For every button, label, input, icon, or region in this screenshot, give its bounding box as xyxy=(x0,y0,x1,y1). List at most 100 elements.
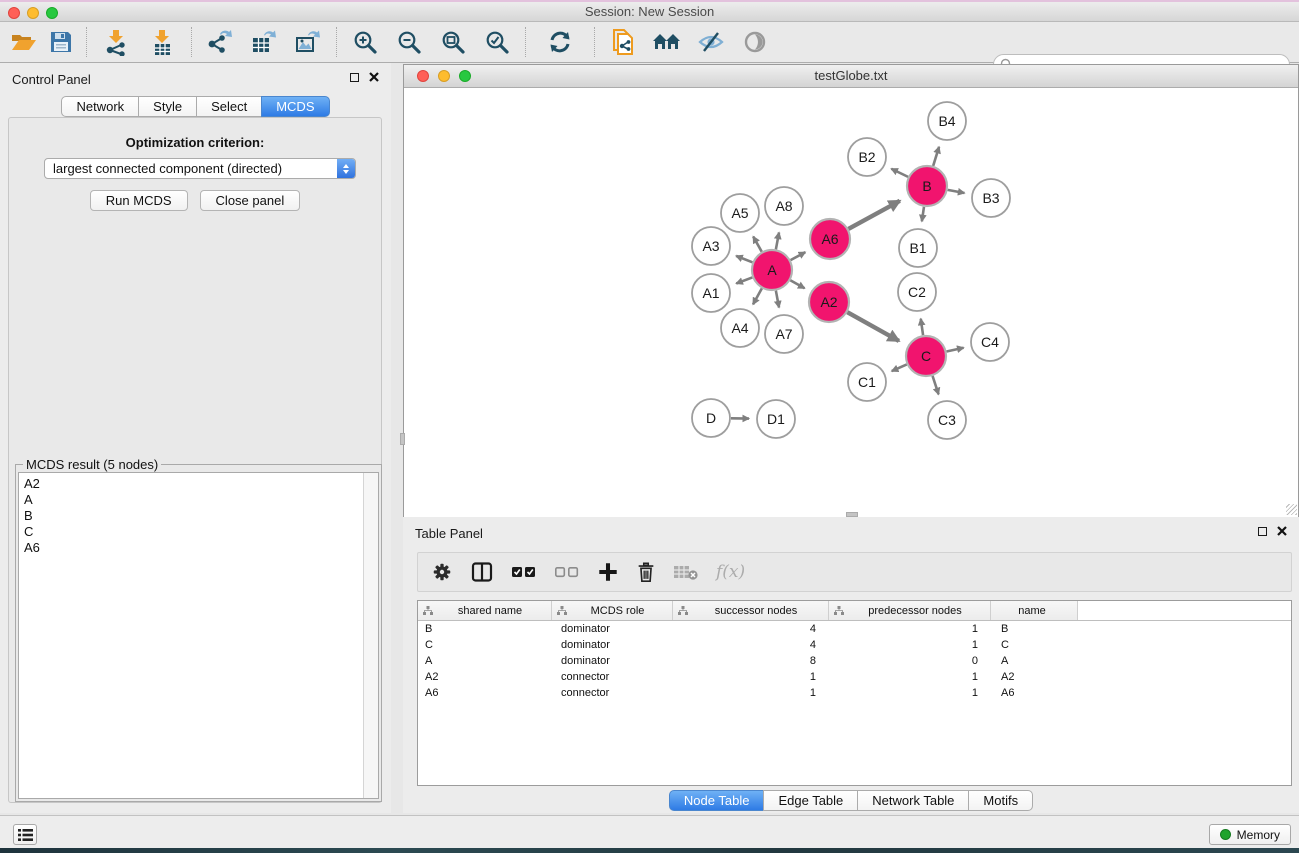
edge-B-B4[interactable] xyxy=(933,147,939,166)
close-panel-icon[interactable] xyxy=(369,72,379,82)
close-table-panel-icon[interactable] xyxy=(1277,526,1287,536)
zoom-out-button[interactable] xyxy=(387,25,431,59)
close-panel-button[interactable]: Close panel xyxy=(200,190,301,211)
window-resize-grip[interactable] xyxy=(1286,504,1297,515)
node-A2[interactable]: A2 xyxy=(809,282,849,322)
minimize-network-button[interactable] xyxy=(438,70,450,82)
list-scrollbar[interactable] xyxy=(363,473,378,798)
tab-select[interactable]: Select xyxy=(196,96,262,117)
save-session-button[interactable] xyxy=(42,25,80,59)
mcds-result-item[interactable]: B xyxy=(24,508,363,524)
node-B[interactable]: B xyxy=(907,166,947,206)
mcds-result-item[interactable]: A xyxy=(24,492,363,508)
table-row[interactable]: Adominator80A xyxy=(418,653,1291,669)
node-C[interactable]: C xyxy=(906,336,946,376)
minimize-window-button[interactable] xyxy=(27,7,39,19)
zoom-selected-button[interactable] xyxy=(475,25,519,59)
close-network-button[interactable] xyxy=(417,70,429,82)
zoom-window-button[interactable] xyxy=(46,7,58,19)
delete-row-trash-icon[interactable] xyxy=(636,561,656,583)
tab-network-table[interactable]: Network Table xyxy=(857,790,969,811)
edge-A-A5[interactable] xyxy=(753,237,762,252)
node-A6[interactable]: A6 xyxy=(810,219,850,259)
edge-A-A7[interactable] xyxy=(776,291,779,308)
node-B2[interactable]: B2 xyxy=(848,138,886,176)
export-image-button[interactable] xyxy=(286,25,330,59)
memory-button[interactable]: Memory xyxy=(1209,824,1291,845)
hide-graphics-details-button[interactable] xyxy=(689,25,733,59)
mcds-result-item[interactable]: A6 xyxy=(24,540,363,556)
delete-table-icon[interactable] xyxy=(673,563,699,581)
node-A4[interactable]: A4 xyxy=(721,309,759,347)
run-mcds-button[interactable]: Run MCDS xyxy=(90,190,188,211)
tab-style[interactable]: Style xyxy=(138,96,197,117)
refresh-layout-button[interactable] xyxy=(532,25,588,59)
column-header-predecessor-nodes[interactable]: predecessor nodes xyxy=(829,601,991,620)
edge-C-C2[interactable] xyxy=(921,319,923,335)
close-window-button[interactable] xyxy=(8,7,20,19)
node-A[interactable]: A xyxy=(752,250,792,290)
float-panel-icon[interactable] xyxy=(350,73,359,82)
zoom-in-button[interactable] xyxy=(343,25,387,59)
export-network-button[interactable] xyxy=(198,25,242,59)
criterion-dropdown[interactable]: largest connected component (directed) xyxy=(44,158,356,179)
edge-A-A1[interactable] xyxy=(736,277,752,283)
node-C2[interactable]: C2 xyxy=(898,273,936,311)
select-all-icon[interactable] xyxy=(511,564,537,580)
add-row-icon[interactable] xyxy=(597,561,619,583)
edge-A-A4[interactable] xyxy=(753,288,762,304)
edge-C-C4[interactable] xyxy=(947,348,964,352)
open-file-button[interactable] xyxy=(4,25,42,59)
show-eye-button[interactable] xyxy=(733,25,777,59)
vertical-splitter-handle[interactable] xyxy=(400,433,405,445)
node-A5[interactable]: A5 xyxy=(721,194,759,232)
edge-C-C3[interactable] xyxy=(933,376,939,394)
table-row[interactable]: Cdominator41C xyxy=(418,637,1291,653)
mcds-result-item[interactable]: A2 xyxy=(24,476,363,492)
deselect-all-icon[interactable] xyxy=(554,564,580,580)
float-table-panel-icon[interactable] xyxy=(1258,527,1267,536)
node-D1[interactable]: D1 xyxy=(757,400,795,438)
import-network-button[interactable] xyxy=(93,25,139,59)
column-visibility-icon[interactable] xyxy=(470,560,494,584)
edge-A-A2[interactable] xyxy=(790,280,804,288)
node-C4[interactable]: C4 xyxy=(971,323,1009,361)
table-row[interactable]: A2connector11A2 xyxy=(418,669,1291,685)
node-A3[interactable]: A3 xyxy=(692,227,730,265)
edge-A2-C[interactable] xyxy=(847,312,899,341)
function-builder-icon[interactable]: f(x) xyxy=(716,562,745,582)
column-header-MCDS-role[interactable]: MCDS role xyxy=(552,601,673,620)
node-A7[interactable]: A7 xyxy=(765,315,803,353)
edge-C-C1[interactable] xyxy=(892,364,907,371)
node-D[interactable]: D xyxy=(692,399,730,437)
node-table[interactable]: shared nameMCDS rolesuccessor nodesprede… xyxy=(417,600,1292,786)
tab-network[interactable]: Network xyxy=(61,96,139,117)
maximize-network-button[interactable] xyxy=(459,70,471,82)
edge-B-B3[interactable] xyxy=(948,190,965,193)
edge-A6-B[interactable] xyxy=(848,201,899,229)
tab-motifs[interactable]: Motifs xyxy=(968,790,1033,811)
clone-network-button[interactable] xyxy=(601,25,645,59)
column-header-shared-name[interactable]: shared name xyxy=(418,601,552,620)
node-A1[interactable]: A1 xyxy=(692,274,730,312)
import-table-button[interactable] xyxy=(139,25,185,59)
tab-node-table[interactable]: Node Table xyxy=(669,790,765,811)
node-A8[interactable]: A8 xyxy=(765,187,803,225)
edge-A-A3[interactable] xyxy=(736,256,752,262)
table-settings-gear-icon[interactable] xyxy=(431,561,453,583)
node-B1[interactable]: B1 xyxy=(899,229,937,267)
edge-A-A8[interactable] xyxy=(776,233,779,250)
node-C1[interactable]: C1 xyxy=(848,363,886,401)
first-neighbors-button[interactable] xyxy=(645,25,689,59)
network-canvas[interactable]: AA1A2A3A4A5A6A7A8BB1B2B3B4CC1C2C3C4DD1 xyxy=(404,88,1298,517)
tab-mcds[interactable]: MCDS xyxy=(261,96,329,117)
column-header-successor-nodes[interactable]: successor nodes xyxy=(673,601,829,620)
export-table-button[interactable] xyxy=(242,25,286,59)
node-B3[interactable]: B3 xyxy=(972,179,1010,217)
table-row[interactable]: Bdominator41B xyxy=(418,621,1291,637)
mcds-result-item[interactable]: C xyxy=(24,524,363,540)
zoom-fit-button[interactable] xyxy=(431,25,475,59)
edge-B-B2[interactable] xyxy=(891,169,908,177)
tab-edge-table[interactable]: Edge Table xyxy=(763,790,858,811)
edge-B-B1[interactable] xyxy=(922,207,924,221)
